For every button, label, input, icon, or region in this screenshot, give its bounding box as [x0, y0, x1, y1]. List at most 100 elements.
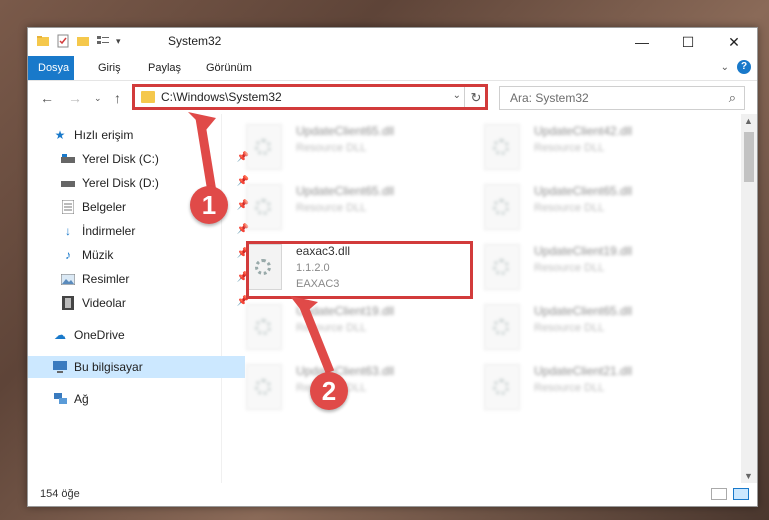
file-description: Resource DLL [534, 322, 605, 334]
sidebar-item-onedrive[interactable]: ☁ OneDrive [28, 324, 245, 346]
quick-access-toolbar: ▾ [36, 34, 121, 48]
file-description: Resource DLL [296, 202, 367, 214]
file-description: Resource DLL [534, 382, 605, 394]
scroll-up-icon[interactable]: ▲ [744, 116, 753, 126]
dll-file-icon [484, 184, 520, 230]
star-icon: ★ [54, 128, 66, 142]
file-name: UpdateClient42.dll [534, 124, 633, 138]
file-tile[interactable]: UpdateClient65.dll Resource DLL [460, 300, 690, 356]
file-description: Resource DLL [296, 142, 367, 154]
sidebar-item-label: Hızlı erişim [74, 128, 134, 142]
help-icon[interactable]: ? [737, 60, 751, 74]
dll-file-icon [246, 304, 282, 350]
sidebar-item-label: OneDrive [74, 328, 125, 342]
download-icon: ↓ [65, 224, 71, 238]
sidebar-item-label: Ağ [74, 392, 89, 406]
dll-file-icon [484, 364, 520, 410]
ribbon-tabs: Dosya Giriş Paylaş Görünüm ⌄ ? [28, 56, 757, 81]
search-icon: ⌕ [728, 90, 736, 105]
close-button[interactable]: ✕ [711, 28, 757, 56]
sidebar-item-downloads[interactable]: ↓ İndirmeler 📌 [28, 220, 253, 242]
window-controls: — ☐ ✕ [619, 28, 757, 56]
file-tile[interactable]: UpdateClient65.dll Resource DLL [460, 180, 690, 236]
file-tile[interactable]: UpdateClient21.dll Resource DLL [460, 360, 690, 416]
sidebar-item-music[interactable]: ♪ Müzik 📌 [28, 244, 253, 266]
file-name: UpdateClient21.dll [534, 364, 633, 378]
folder-icon [37, 36, 49, 46]
minimize-button[interactable]: — [619, 28, 665, 56]
file-tile[interactable]: UpdateClient42.dll Resource DLL [460, 120, 690, 176]
ribbon-right: ⌄ ? [721, 60, 751, 74]
dll-file-icon [484, 244, 520, 290]
sidebar-item-label: Müzik [82, 248, 114, 262]
navigation-bar: ← → ⌄ ↑ C:\Windows\System32 ⌄ ↻ Ara: Sys… [28, 81, 757, 115]
recent-locations-icon[interactable]: ⌄ [94, 93, 102, 104]
file-description: Resource DLL [534, 202, 605, 214]
new-folder-icon[interactable] [76, 34, 90, 48]
sidebar-item-label: Resimler [82, 272, 130, 286]
forward-arrow-icon[interactable]: → [68, 90, 82, 106]
customize-icon[interactable] [96, 34, 110, 48]
tab-share[interactable]: Paylaş [138, 56, 191, 80]
file-name: UpdateClient65.dll [534, 184, 633, 198]
dll-file-icon [246, 184, 282, 230]
file-name: UpdateClient65.dll [296, 184, 395, 198]
tiles-view-icon[interactable] [733, 488, 749, 500]
sidebar-item-label: Belgeler [82, 200, 127, 214]
scroll-down-icon[interactable]: ▼ [744, 471, 753, 481]
address-highlight-box [132, 84, 488, 110]
sidebar-item-this-pc[interactable]: Bu bilgisayar [28, 356, 245, 378]
sidebar-item-pictures[interactable]: Resimler 📌 [28, 268, 253, 290]
video-icon [60, 295, 76, 311]
file-name: UpdateClient19.dll [296, 304, 395, 318]
vertical-scrollbar[interactable]: ▲ ▼ [741, 114, 757, 483]
drive-icon [60, 175, 76, 191]
view-buttons [711, 488, 749, 500]
qat-dropdown-icon[interactable]: ▾ [116, 36, 121, 47]
window-title: System32 [168, 34, 222, 48]
step-2-badge: 2 [310, 372, 348, 410]
sidebar-item-label: Bu bilgisayar [74, 360, 143, 374]
file-name: UpdateClient65.dll [534, 304, 633, 318]
sidebar-item-network[interactable]: Ağ [28, 388, 245, 410]
title-bar: ▾ System32 — ☐ ✕ [28, 28, 757, 56]
file-description: Resource DLL [296, 322, 367, 334]
dll-file-icon [246, 124, 282, 170]
sidebar-item-disk-c[interactable]: Yerel Disk (C:) 📌 [28, 148, 253, 170]
up-arrow-icon[interactable]: ↑ [114, 90, 121, 106]
back-arrow-icon[interactable]: ← [40, 90, 54, 106]
drive-icon [60, 151, 76, 167]
dll-file-icon [246, 364, 282, 410]
file-tile[interactable]: UpdateClient19.dll Resource DLL [460, 240, 690, 296]
sidebar-item-quick-access[interactable]: ★ Hızlı erişim [28, 124, 245, 146]
file-name: UpdateClient65.dll [296, 124, 395, 138]
properties-icon[interactable] [56, 34, 70, 48]
document-icon [60, 199, 76, 215]
status-bar: 154 öğe [28, 484, 757, 506]
sidebar-item-label: Yerel Disk (D:) [82, 176, 159, 190]
item-count: 154 öğe [40, 488, 80, 500]
pictures-icon [60, 271, 76, 287]
sidebar-item-videos[interactable]: Videolar 📌 [28, 292, 253, 314]
maximize-button[interactable]: ☐ [665, 28, 711, 56]
file-tile[interactable]: UpdateClient65.dll Resource DLL [222, 120, 452, 176]
tab-file[interactable]: Dosya [28, 56, 74, 80]
step-1-badge: 1 [190, 186, 228, 224]
sidebar-item-label: Yerel Disk (C:) [82, 152, 159, 166]
explorer-window: ▾ System32 — ☐ ✕ Dosya Giriş Paylaş Görü… [27, 27, 758, 507]
tab-home[interactable]: Giriş [88, 56, 131, 80]
details-view-icon[interactable] [711, 488, 727, 500]
dll-file-icon [484, 124, 520, 170]
network-icon [52, 391, 68, 407]
search-box[interactable]: Ara: System32 ⌕ [499, 86, 745, 110]
scroll-thumb[interactable] [744, 132, 754, 182]
file-name: UpdateClient63.dll [296, 364, 395, 378]
file-description: Resource DLL [534, 262, 605, 274]
file-tile[interactable]: UpdateClient65.dll Resource DLL [222, 180, 452, 236]
file-tile[interactable]: UpdateClient19.dll Resource DLL [222, 300, 452, 356]
file-name: UpdateClient19.dll [534, 244, 633, 258]
music-icon: ♪ [65, 248, 71, 262]
tab-view[interactable]: Görünüm [196, 56, 262, 80]
expand-ribbon-icon[interactable]: ⌄ [721, 62, 729, 73]
file-description: Resource DLL [534, 142, 605, 154]
